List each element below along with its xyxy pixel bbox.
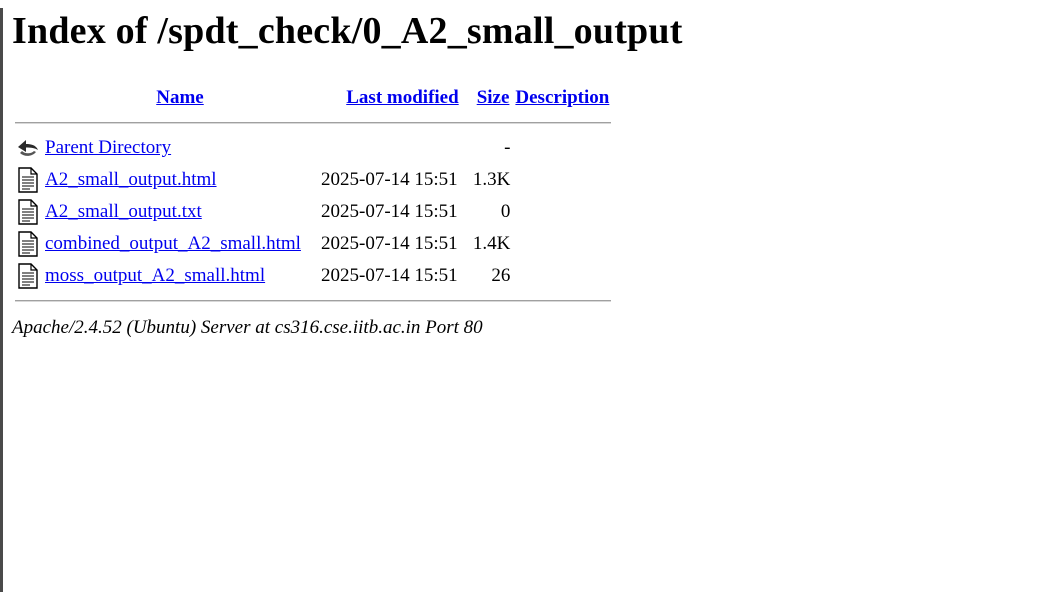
size-cell: 0 <box>500 201 511 222</box>
icon-cell <box>15 133 41 163</box>
description-column-header: Description <box>513 83 611 113</box>
modified-cell: 2025-07-14 15:51 <box>321 201 458 222</box>
icon-cell <box>15 197 41 227</box>
sort-by-name-link[interactable]: Name <box>156 87 203 108</box>
sort-by-description-link[interactable]: Description <box>515 87 609 108</box>
header-divider <box>15 122 612 124</box>
back-arrow-icon <box>16 135 40 161</box>
file-table: Name Last modified Size Description Pare… <box>13 81 613 311</box>
size-cell: 1.3K <box>472 169 511 190</box>
modified-cell: 2025-07-14 15:51 <box>321 265 458 286</box>
page-title: Index of /spdt_check/0_A2_small_output <box>12 10 683 52</box>
file-name-cell: combined_output_A2_small.html <box>43 229 317 259</box>
text-file-icon <box>16 231 40 257</box>
file-name-cell: Parent Directory <box>43 133 317 163</box>
icon-cell <box>15 229 41 259</box>
sort-by-size-link[interactable]: Size <box>477 87 510 108</box>
name-column-header: Name <box>43 83 317 113</box>
table-row: Parent Directory - <box>15 133 611 163</box>
description-cell <box>513 229 611 259</box>
file-link[interactable]: moss_output_A2_small.html <box>45 265 265 286</box>
description-cell <box>513 165 611 195</box>
header-separator-row <box>15 115 612 131</box>
description-cell <box>513 261 611 291</box>
size-column-header: Size <box>463 83 512 113</box>
server-signature: Apache/2.4.52 (Ubuntu) Server at cs316.c… <box>12 317 483 338</box>
size-cell: - <box>504 137 511 158</box>
parent-directory-link[interactable]: Parent Directory <box>45 137 171 158</box>
file-link[interactable]: A2_small_output.html <box>45 169 217 190</box>
table-header-row: Name Last modified Size Description <box>15 83 611 113</box>
file-link[interactable]: A2_small_output.txt <box>45 201 202 222</box>
footer-divider <box>15 300 612 302</box>
file-link[interactable]: combined_output_A2_small.html <box>45 233 301 254</box>
footer-separator-row <box>15 293 612 309</box>
table-row: A2_small_output.html 2025-07-14 15:51 1.… <box>15 165 611 195</box>
text-file-icon <box>16 199 40 225</box>
size-cell: 26 <box>491 265 511 286</box>
table-row: combined_output_A2_small.html 2025-07-14… <box>15 229 611 259</box>
description-cell <box>513 133 611 163</box>
file-name-cell: moss_output_A2_small.html <box>43 261 317 291</box>
modified-cell: 2025-07-14 15:51 <box>321 233 458 254</box>
icon-cell <box>15 165 41 195</box>
file-name-cell: A2_small_output.html <box>43 165 317 195</box>
sort-by-last-modified-link[interactable]: Last modified <box>346 87 458 108</box>
modified-cell <box>319 133 461 163</box>
icon-cell <box>15 261 41 291</box>
description-cell <box>513 197 611 227</box>
table-row: A2_small_output.txt 2025-07-14 15:51 0 <box>15 197 611 227</box>
directory-listing-page: Index of /spdt_check/0_A2_small_output N… <box>3 8 1056 339</box>
icon-column-header <box>15 83 41 113</box>
size-cell: 1.4K <box>472 233 511 254</box>
text-file-icon <box>16 167 40 193</box>
table-row: moss_output_A2_small.html 2025-07-14 15:… <box>15 261 611 291</box>
modified-cell: 2025-07-14 15:51 <box>321 169 458 190</box>
file-name-cell: A2_small_output.txt <box>43 197 317 227</box>
last-modified-column-header: Last modified <box>319 83 461 113</box>
text-file-icon <box>16 263 40 289</box>
